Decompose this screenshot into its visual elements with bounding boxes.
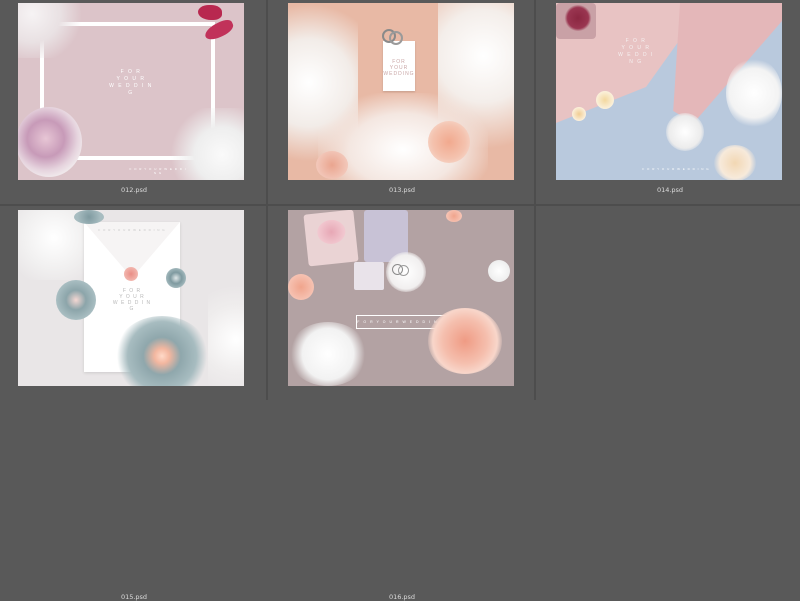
filename-label: 016.psd: [388, 593, 416, 601]
gift-box-pink: [303, 210, 359, 267]
card-footer-text: F O R Y O U R W E D D I N G: [642, 167, 710, 171]
ribbon-bow-icon: [564, 5, 592, 31]
thumbnail-012[interactable]: F O R Y O U R W E D D I N G F O R Y O U …: [18, 3, 244, 180]
rings-image: [382, 27, 403, 45]
rose-bouquet: [18, 107, 82, 177]
peach-rose: [288, 274, 314, 300]
heels-image: [196, 3, 244, 45]
file-tile-012[interactable]: F O R Y O U R W E D D I N G F O R Y O U …: [0, 0, 268, 205]
white-paper-flower: [666, 113, 704, 151]
card-for-text: F O R: [120, 69, 142, 75]
card-wedding-text: W E D D I N G: [109, 83, 153, 96]
cream-rose: [714, 145, 756, 180]
card: FOR YOUR WEDDING: [383, 41, 415, 91]
thumbnail-015[interactable]: F O R Y O U R W E D D I N G F O R Y O U …: [18, 210, 244, 386]
peach-rose: [446, 210, 462, 222]
peach-rose: [428, 121, 470, 163]
card-footer-text: F O R Y O U R W E D D I N G: [129, 167, 187, 175]
card-for-text: F O R: [625, 38, 647, 44]
gift-box: [556, 3, 596, 39]
peach-paper-rose: [428, 308, 502, 374]
small-flower: [596, 91, 614, 109]
thumbnail-013[interactable]: FOR YOUR WEDDING: [288, 3, 514, 180]
empty-grid-cell: [536, 205, 800, 400]
wedding-text: F O R Y O U R W E D D I N G: [106, 69, 156, 97]
gift-box-small: [354, 262, 384, 290]
rings-image: [392, 262, 412, 276]
white-paper-rose: [288, 322, 368, 386]
card-top-text: F O R Y O U R W E D D I N G: [98, 228, 166, 232]
wedding-text: F O R Y O U R W E D D I N G: [616, 38, 656, 66]
card-wedding-text: WEDDING: [383, 71, 415, 77]
file-tile-016[interactable]: F O R Y O U R W E D D I N G 016.psd: [268, 205, 536, 601]
thumbnail-014[interactable]: F O R Y O U R W E D D I N G F O R Y O U …: [556, 3, 782, 180]
white-paper-flower: [726, 58, 782, 128]
file-tile-014[interactable]: F O R Y O U R W E D D I N G F O R Y O U …: [536, 0, 800, 205]
card-your-text: Y O U R: [621, 45, 651, 51]
white-paper-flower: [488, 260, 510, 282]
sage-paper-flower: [56, 280, 96, 320]
small-flower: [572, 107, 586, 121]
file-tile-015[interactable]: F O R Y O U R W E D D I N G F O R Y O U …: [0, 205, 268, 601]
card-wedding-text: W E D D I N G: [618, 52, 654, 65]
paper-flowers-top-left: [18, 3, 88, 58]
ribbon-bow-icon: [316, 218, 347, 246]
thumbnail-016[interactable]: F O R Y O U R W E D D I N G: [288, 210, 514, 386]
peach-rose: [316, 151, 348, 179]
card-your-text: Y O U R: [116, 76, 146, 82]
sage-flower: [74, 210, 104, 224]
filename-label: 012.psd: [120, 186, 148, 194]
filename-label: 014.psd: [656, 186, 684, 194]
large-sage-paper-flower: [114, 316, 210, 386]
wax-seal-flower: [124, 267, 138, 281]
filename-label: 013.psd: [388, 186, 416, 194]
wedding-text: F O R Y O U R W E D D I N G: [112, 288, 152, 312]
card-wedding-text: W E D D I N G: [112, 300, 152, 312]
filename-label: 015.psd: [120, 593, 148, 601]
file-tile-013[interactable]: FOR YOUR WEDDING 013.psd: [268, 0, 536, 205]
paper-flowers-right: [208, 270, 244, 386]
sage-flower: [166, 268, 186, 288]
